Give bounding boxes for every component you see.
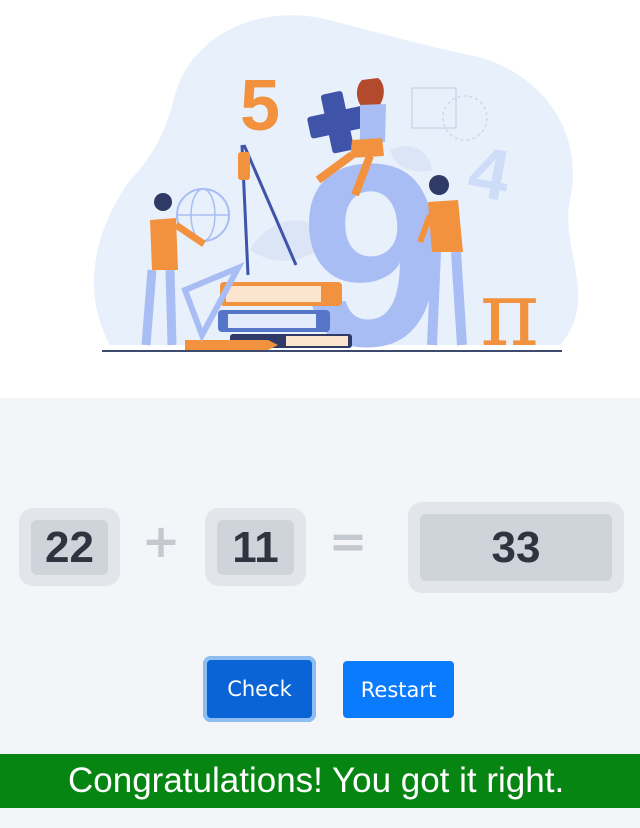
result-banner: Congratulations! You got it right. bbox=[0, 754, 640, 808]
math-study-illustration: 5 4 9 π bbox=[93, 15, 579, 398]
check-button-label: Check bbox=[208, 661, 311, 717]
check-button[interactable]: Check bbox=[203, 656, 316, 722]
answer-box: 33 bbox=[408, 502, 624, 593]
operator-plus: + bbox=[141, 514, 181, 568]
math-problem-row: 22 + 11 = 33 bbox=[0, 500, 640, 600]
equals-sign: = bbox=[328, 514, 368, 568]
answer-input[interactable]: 33 bbox=[420, 514, 612, 581]
hero-section: 5 4 9 π bbox=[0, 0, 640, 398]
operand1-value: 22 bbox=[31, 520, 108, 575]
operand2-value: 11 bbox=[217, 520, 294, 575]
restart-button[interactable]: Restart bbox=[343, 661, 454, 718]
operand2-box: 11 bbox=[205, 508, 306, 586]
digit-five-glyph: 5 bbox=[240, 66, 280, 146]
operand1-box: 22 bbox=[19, 508, 120, 586]
